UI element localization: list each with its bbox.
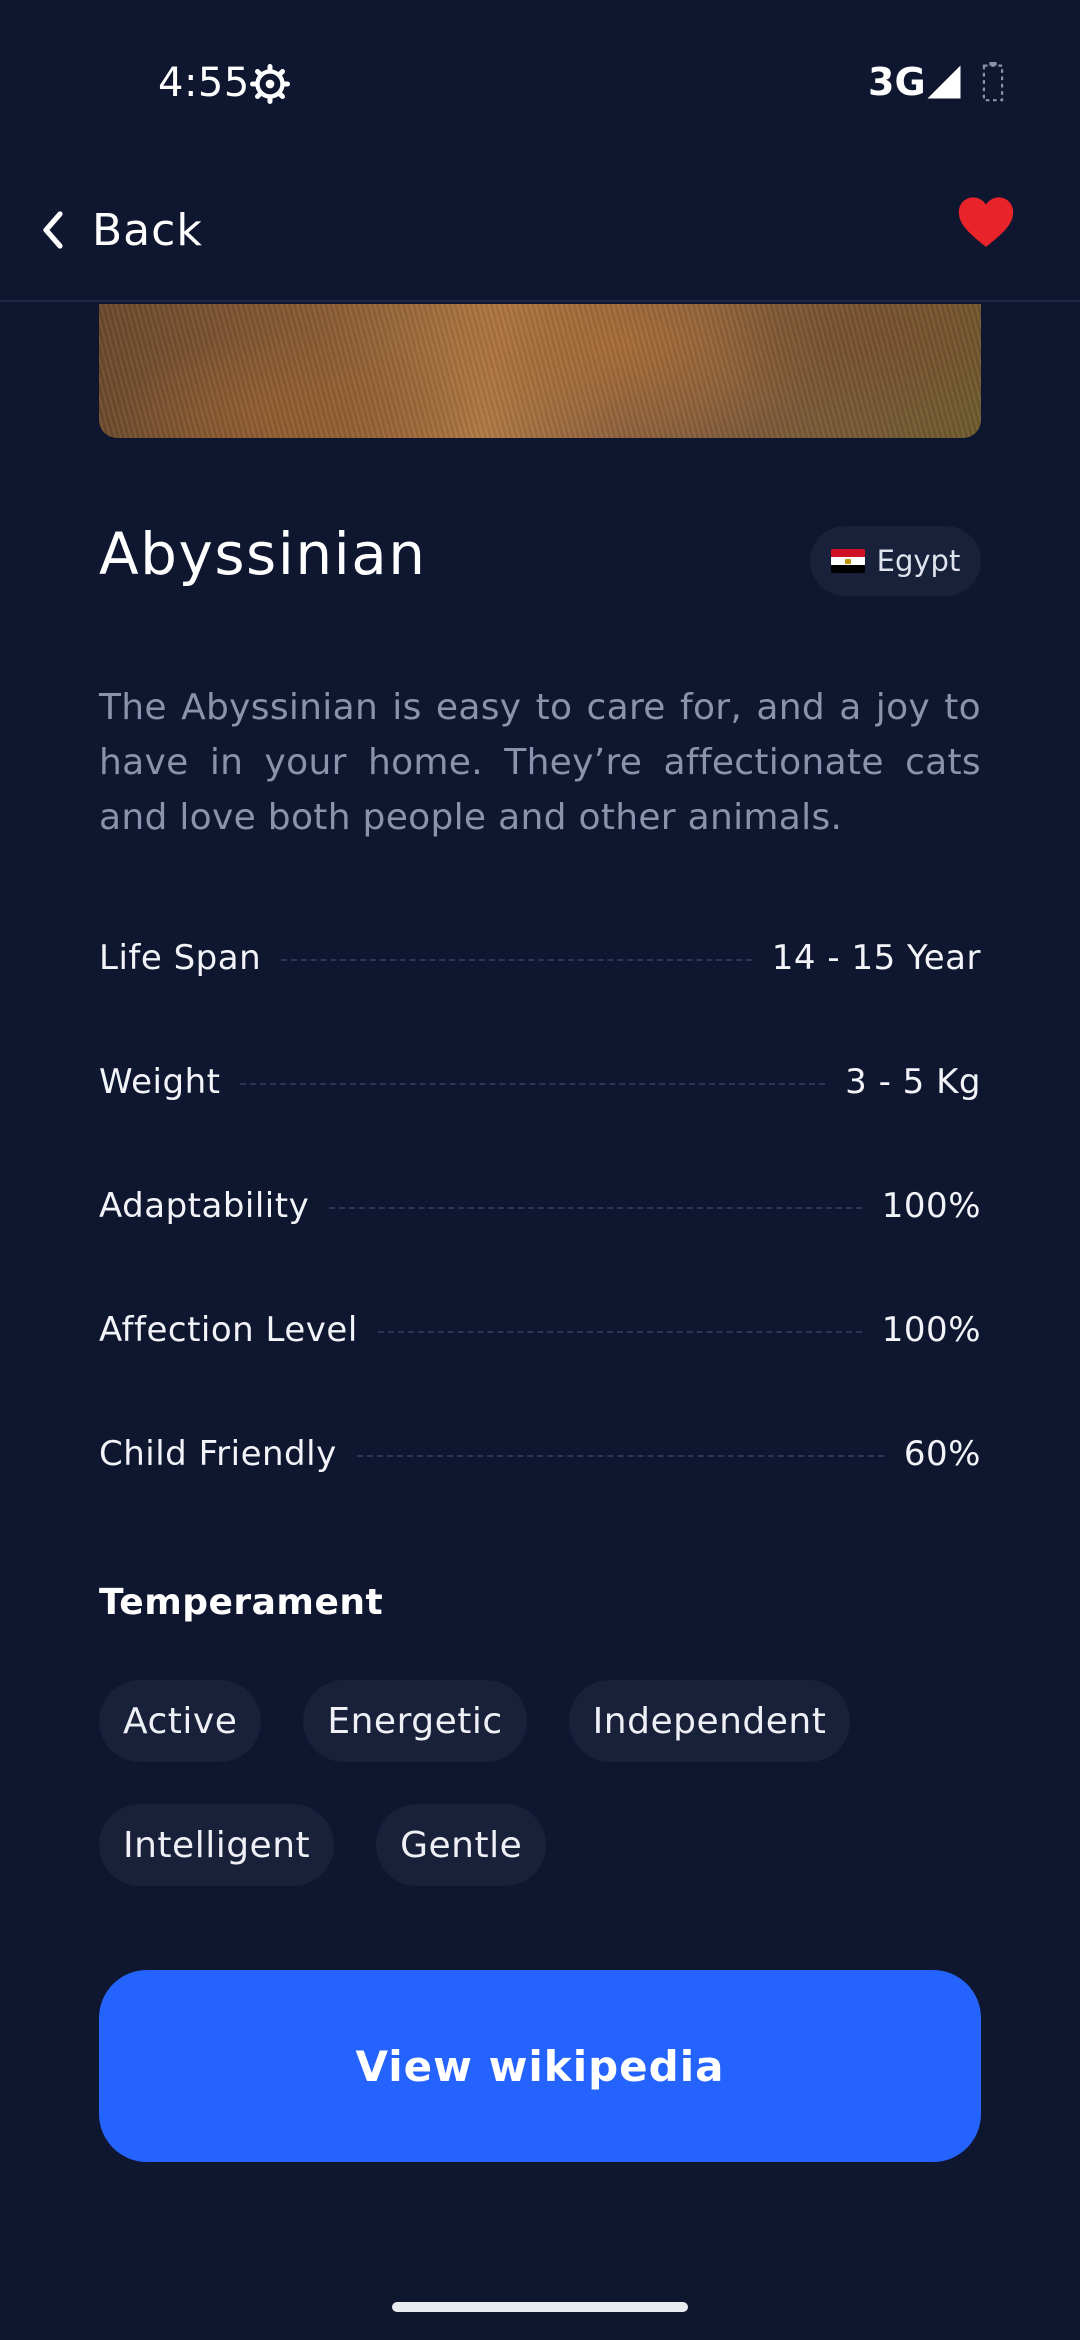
- stat-value: 14 - 15 Year: [771, 938, 981, 978]
- dotted-leader: [356, 1455, 884, 1457]
- temperament-chips: Active Energetic Independent Intelligent…: [99, 1680, 981, 1886]
- stat-label: Weight: [99, 1062, 221, 1102]
- dotted-leader: [240, 1083, 826, 1085]
- back-label: Back: [92, 204, 203, 256]
- stat-value: 100%: [881, 1186, 981, 1226]
- stat-row-weight: Weight 3 - 5 Kg: [99, 1054, 981, 1110]
- chevron-left-icon: [43, 211, 63, 249]
- stat-value: 100%: [881, 1310, 981, 1350]
- temperament-chip: Active: [99, 1680, 262, 1762]
- heart-icon: [958, 197, 1014, 247]
- status-time: 4:55: [158, 60, 250, 106]
- dotted-leader: [377, 1331, 862, 1333]
- network-type: 3G: [868, 60, 926, 104]
- stat-label: Adaptability: [99, 1186, 310, 1226]
- stat-row-adaptability: Adaptability 100%: [99, 1178, 981, 1234]
- stat-row-child-friendly: Child Friendly 60%: [99, 1426, 981, 1482]
- stat-row-life-span: Life Span 14 - 15 Year: [99, 930, 981, 986]
- origin-badge: Egypt: [810, 526, 981, 596]
- breed-detail-screen: 4:55 3G Back Abyssinian Egypt The Abyssi…: [0, 0, 1080, 2340]
- origin-label: Egypt: [876, 544, 961, 578]
- temperament-chip: Energetic: [303, 1680, 527, 1762]
- temperament-chip: Gentle: [376, 1804, 547, 1886]
- dotted-leader: [281, 959, 752, 961]
- back-button[interactable]: Back: [40, 190, 203, 270]
- stat-label: Child Friendly: [99, 1434, 337, 1474]
- temperament-heading: Temperament: [99, 1582, 384, 1623]
- cell-signal-icon: [927, 65, 961, 99]
- home-gesture-bar[interactable]: [392, 2302, 688, 2312]
- favorite-button[interactable]: [954, 190, 1018, 254]
- breed-photo: [99, 304, 981, 438]
- settings-gear-icon: [250, 64, 290, 104]
- status-bar: 4:55 3G: [0, 0, 1080, 160]
- temperament-chip: Intelligent: [99, 1804, 335, 1886]
- stat-value: 3 - 5 Kg: [845, 1062, 981, 1102]
- stat-row-affection-level: Affection Level 100%: [99, 1302, 981, 1358]
- stat-label: Affection Level: [99, 1310, 358, 1350]
- dotted-leader: [329, 1207, 862, 1209]
- temperament-chip: Independent: [568, 1680, 851, 1762]
- egypt-flag-icon: [830, 549, 865, 573]
- stat-label: Life Span: [99, 938, 262, 978]
- view-wikipedia-button[interactable]: View wikipedia: [99, 1970, 981, 2162]
- stat-value: 60%: [903, 1434, 981, 1474]
- stats-list: Life Span 14 - 15 Year Weight 3 - 5 Kg A…: [99, 930, 981, 1550]
- breed-name: Abyssinian: [99, 520, 427, 588]
- top-app-bar: Back: [0, 160, 1080, 302]
- battery-icon: [982, 62, 1004, 102]
- breed-description: The Abyssinian is easy to care for, and …: [99, 687, 981, 838]
